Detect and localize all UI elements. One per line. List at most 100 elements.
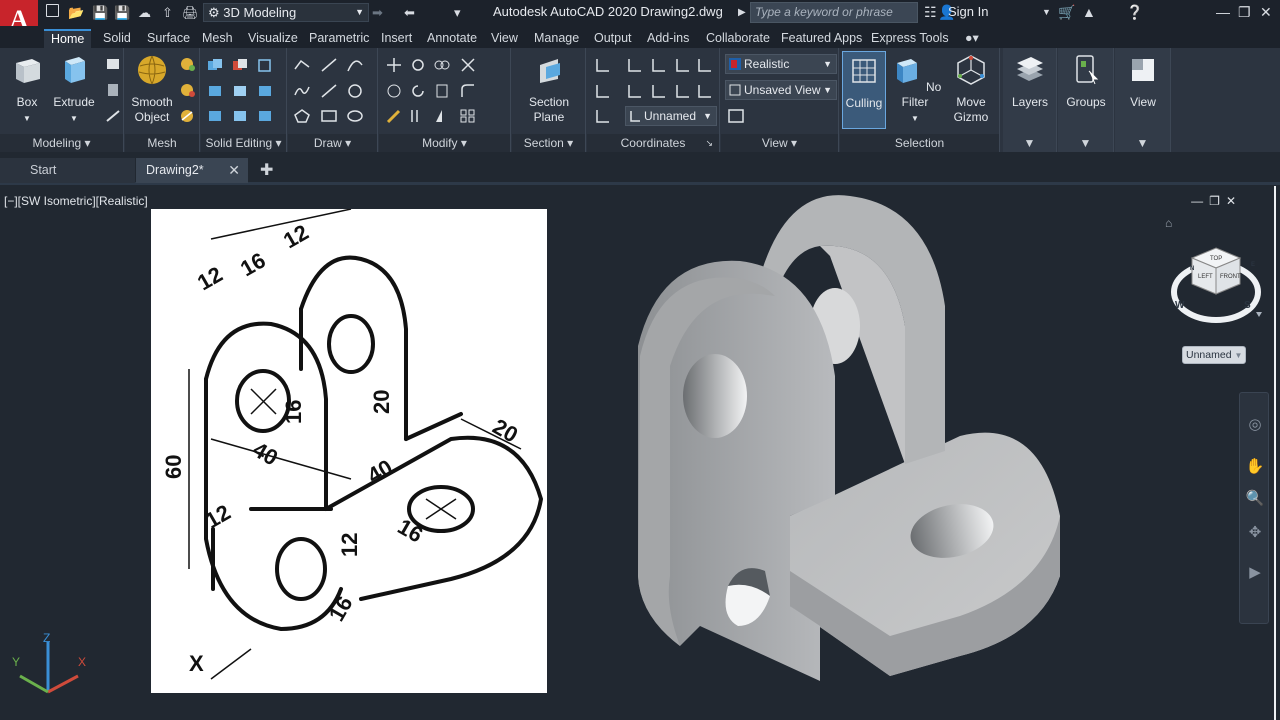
ucs-z-axis-icon[interactable] [649, 57, 667, 73]
tab-output[interactable]: Output [587, 29, 639, 48]
minimize-icon[interactable]: — [1191, 194, 1209, 208]
tab-express-tools[interactable]: Express Tools [864, 29, 956, 48]
panel-mesh-title[interactable]: Mesh [125, 134, 199, 152]
tab-add-ins[interactable]: Add-ins [640, 29, 696, 48]
pan-icon[interactable]: ✋ [1245, 457, 1265, 477]
viewport-window-controls[interactable]: —❐✕ [1191, 194, 1242, 208]
erase-icon[interactable] [385, 108, 403, 124]
customize-quick-access-icon[interactable]: ▾ [454, 4, 461, 22]
ucs-y-icon[interactable] [673, 83, 691, 99]
rectangle-icon[interactable] [320, 108, 338, 124]
groups-button[interactable]: Groups [1059, 53, 1113, 110]
3d-rotate-icon[interactable] [433, 57, 451, 73]
polyline-icon[interactable] [293, 57, 311, 73]
culling-button[interactable]: Culling [842, 51, 886, 129]
move-icon[interactable] [385, 57, 403, 73]
steering-wheel-icon[interactable]: ◎ [1245, 415, 1265, 435]
circle-icon[interactable] [346, 83, 364, 99]
fillet-icon[interactable] [459, 83, 477, 99]
ucs-icon[interactable] [593, 57, 611, 73]
file-tab-start[interactable]: Start [0, 158, 135, 183]
move-gizmo-button[interactable]: Move Gizmo [944, 53, 998, 125]
expand-search-icon[interactable]: ▶ [738, 7, 746, 18]
extract-edges-icon[interactable] [206, 108, 224, 124]
ucs-z-icon[interactable] [695, 83, 713, 99]
helix-icon[interactable] [104, 108, 122, 124]
drawing-viewport[interactable]: [−][SW Isometric][Realistic] —❐✕ 12 16 1… [0, 186, 1280, 720]
ellipse-icon[interactable] [346, 108, 364, 124]
panel-modify-title[interactable]: Modify ▾ [379, 134, 510, 152]
spline-icon[interactable] [293, 83, 311, 99]
union-icon[interactable] [206, 57, 224, 73]
mesh-smooth-less-icon[interactable] [178, 82, 196, 98]
save-as-icon[interactable]: 💾 [114, 4, 130, 22]
ucs-origin-icon[interactable] [625, 57, 643, 73]
viewcube[interactable]: TOP LEFT FRONT W S N E [1168, 236, 1264, 332]
section-plane-button[interactable]: Section Plane [522, 53, 576, 125]
file-tab-drawing[interactable]: Drawing2* ✕ [136, 158, 248, 183]
chevron-down-icon[interactable]: ▼ [1042, 7, 1051, 17]
tab-collaborate[interactable]: Collaborate [699, 29, 777, 48]
tab-featured-apps[interactable]: Featured Apps [774, 29, 869, 48]
layers-button[interactable]: Layers [1003, 53, 1057, 110]
reference-drawing-image[interactable]: 12 16 12 60 40 16 20 40 20 12 12 16 16 X [151, 208, 547, 693]
panel-modeling-title[interactable]: Modeling ▾ [0, 134, 123, 152]
3d-move-icon[interactable] [409, 57, 427, 73]
panel-coordinates-title[interactable]: Coordinates ↘ [587, 134, 719, 152]
ucs-world-icon[interactable] [593, 108, 611, 124]
line-icon[interactable] [320, 57, 338, 73]
separate-icon[interactable] [256, 108, 274, 124]
new-tab-icon[interactable]: ✚ [260, 160, 273, 180]
close-icon[interactable]: ✕ [228, 158, 240, 183]
panel-view-utilities[interactable]: View ▼ [1115, 48, 1171, 152]
ucs-x-icon[interactable] [649, 83, 667, 99]
smooth-object-button[interactable]: Smooth Object [125, 53, 179, 125]
viewport-controls-label[interactable]: [−][SW Isometric][Realistic] [4, 194, 148, 208]
3d-solid-model[interactable] [620, 186, 1090, 720]
polygon-icon[interactable] [293, 108, 311, 124]
tab-annotate[interactable]: Annotate [420, 29, 484, 48]
mirror-icon[interactable] [433, 108, 451, 124]
chevron-down-icon[interactable]: ▼ [1003, 134, 1056, 152]
slice-icon[interactable] [256, 83, 274, 99]
ribbon-display-toggle-icon[interactable]: ●▾ [958, 29, 986, 48]
tab-parametric[interactable]: Parametric [302, 29, 376, 48]
visual-style-combo[interactable]: Realistic ▼ [725, 54, 837, 74]
panel-solid-editing-title[interactable]: Solid Editing ▾ [201, 134, 286, 152]
restore-icon[interactable]: ❐ [1238, 4, 1251, 21]
tab-insert[interactable]: Insert [374, 29, 419, 48]
no-filter-button[interactable]: No Filter ▼ [888, 53, 942, 126]
subtract-icon[interactable] [231, 57, 249, 73]
autodesk-a360-icon[interactable]: ▲ [1082, 4, 1096, 20]
share-icon[interactable]: ⇧ [162, 4, 173, 22]
mesh-smooth-more-icon[interactable] [178, 56, 196, 72]
mesh-refine-icon[interactable] [178, 108, 196, 124]
tab-view[interactable]: View [484, 29, 525, 48]
extrude-button[interactable]: Extrude ▼ [46, 53, 102, 126]
tab-surface[interactable]: Surface [140, 29, 197, 48]
binoculars-icon[interactable]: ☷ [924, 4, 937, 21]
named-ucs-combo[interactable]: Unnamed ▼ [625, 106, 717, 126]
wcs-menu-button[interactable]: Unnamed ▼ [1182, 346, 1246, 364]
workspace-dropdown[interactable]: ⚙ 3D Modeling ▼ [203, 3, 369, 22]
3d-mirror-icon[interactable] [433, 83, 451, 99]
ucs-3point-icon[interactable] [673, 57, 691, 73]
new-file-icon[interactable] [46, 4, 59, 22]
restore-icon[interactable]: ❐ [1209, 194, 1226, 208]
tab-manage[interactable]: Manage [527, 29, 586, 48]
tab-home[interactable]: Home [44, 29, 92, 48]
panel-view-title[interactable]: View ▾ [721, 134, 838, 152]
sign-in-button[interactable]: Sign In [948, 4, 988, 19]
save-icon[interactable]: 💾 [92, 4, 108, 22]
help-icon[interactable]: ❔ [1126, 4, 1143, 21]
dialog-launcher-icon[interactable]: ↘ [705, 134, 713, 152]
tab-solid[interactable]: Solid [96, 29, 138, 48]
plot-icon[interactable]: 🖨 [182, 4, 199, 22]
rotate-icon[interactable] [409, 83, 427, 99]
minimize-icon[interactable]: — [1216, 4, 1230, 20]
redo-icon[interactable]: ➡ [372, 4, 383, 22]
zoom-extents-icon[interactable]: 🔍 [1245, 489, 1265, 509]
solid-history-icon[interactable] [256, 57, 274, 73]
orbit-icon[interactable]: ✥ [1245, 523, 1265, 543]
viewport-config-icon[interactable] [727, 108, 745, 124]
